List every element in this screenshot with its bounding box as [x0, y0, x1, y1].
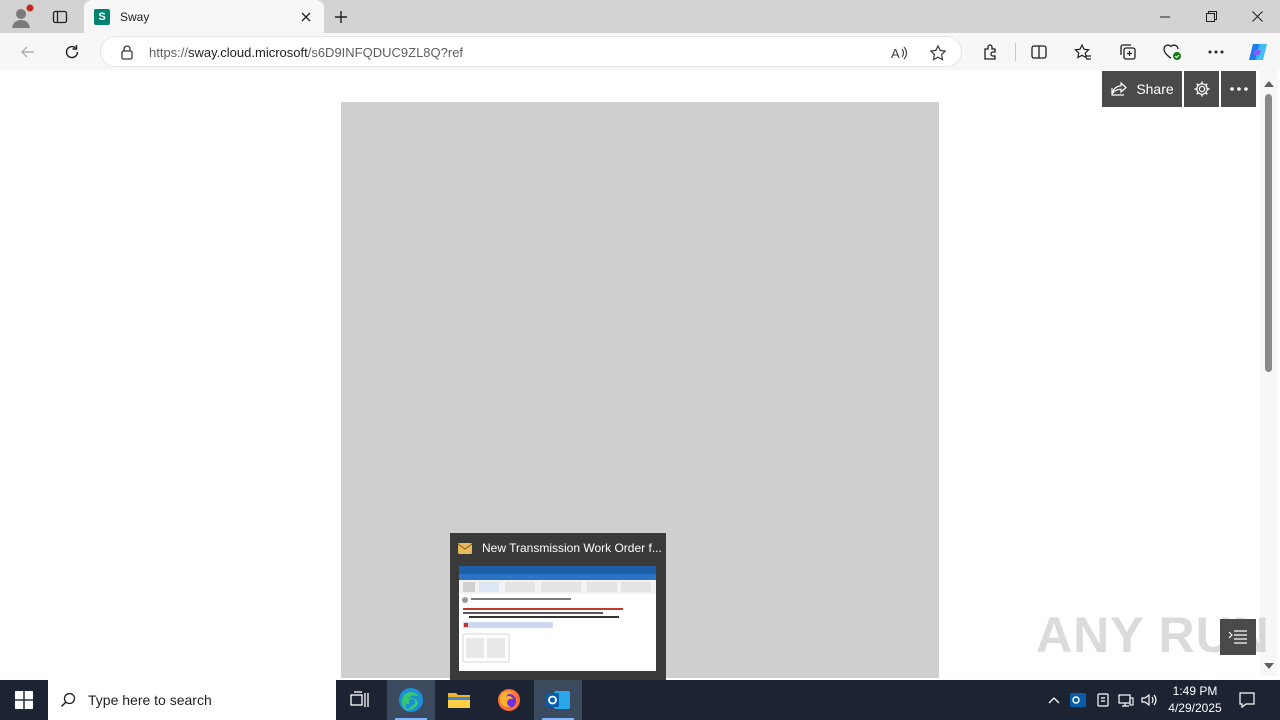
- share-label: Share: [1136, 81, 1174, 97]
- clock-time: 1:49 PM: [1172, 684, 1218, 698]
- more-options-button[interactable]: [1221, 71, 1256, 107]
- url-path: /s6D9INFQDUC9ZL8Q?ref: [307, 45, 464, 60]
- file-explorer-icon[interactable]: [435, 680, 483, 720]
- notifications-icon[interactable]: [1237, 690, 1257, 710]
- preview-thumbnail[interactable]: [459, 566, 656, 671]
- outlook-tray-icon[interactable]: [1068, 690, 1088, 710]
- refresh-icon[interactable]: [57, 37, 87, 67]
- share-button[interactable]: Share: [1102, 71, 1182, 107]
- outlook-taskbar-icon[interactable]: [534, 680, 582, 720]
- scroll-up-icon[interactable]: [1264, 76, 1274, 91]
- window-close-icon[interactable]: [1234, 0, 1280, 33]
- windows-taskbar: Type here to search 1:49 PM 4/29/2025: [0, 680, 1280, 720]
- envelope-icon: [458, 542, 472, 554]
- system-clock[interactable]: 1:49 PM 4/29/2025: [1162, 683, 1228, 717]
- gear-icon: [1194, 81, 1209, 97]
- close-icon[interactable]: [294, 5, 318, 29]
- address-bar[interactable]: https://sway.cloud.microsoft/s6D9INFQDUC…: [100, 36, 962, 67]
- split-screen-icon[interactable]: [1024, 37, 1054, 67]
- page-scrollbar[interactable]: [1260, 70, 1278, 676]
- device-tray-icon[interactable]: [1093, 690, 1113, 710]
- tab-sway[interactable]: S Sway: [84, 0, 324, 33]
- search-placeholder: Type here to search: [88, 692, 212, 708]
- browser-essentials-icon[interactable]: [1157, 37, 1187, 67]
- restore-icon[interactable]: [1188, 0, 1234, 33]
- edge-taskbar-icon[interactable]: [387, 680, 435, 720]
- sway-favicon-icon: S: [94, 8, 110, 25]
- back-icon[interactable]: [13, 37, 43, 67]
- tab-title: Sway: [120, 9, 150, 24]
- extensions-icon[interactable]: [976, 37, 1006, 67]
- preview-header: New Transmission Work Order f...: [458, 541, 662, 555]
- favorite-star-icon[interactable]: [926, 41, 950, 65]
- taskbar-window-preview[interactable]: New Transmission Work Order f...: [450, 533, 666, 680]
- tab-actions-icon[interactable]: [46, 4, 74, 30]
- share-icon: [1111, 81, 1128, 96]
- firefox-icon[interactable]: [485, 680, 533, 720]
- toolbar-separator: [1015, 43, 1016, 61]
- copilot-icon[interactable]: [1243, 37, 1273, 67]
- navigation-button[interactable]: [1220, 619, 1256, 655]
- chevron-up-icon[interactable]: [1044, 690, 1064, 710]
- read-aloud-icon[interactable]: A: [887, 41, 911, 65]
- settings-button[interactable]: [1184, 71, 1219, 107]
- taskbar-search-box[interactable]: Type here to search: [48, 680, 336, 720]
- network-icon[interactable]: [1116, 690, 1136, 710]
- search-icon: [60, 692, 76, 708]
- minimize-icon[interactable]: [1142, 0, 1188, 33]
- scroll-thumb[interactable]: [1265, 94, 1272, 372]
- collections-icon[interactable]: [1113, 37, 1143, 67]
- url-text[interactable]: https://sway.cloud.microsoft/s6D9INFQDUC…: [149, 45, 463, 60]
- profile-icon[interactable]: [8, 4, 34, 30]
- url-prefix: https://: [149, 45, 189, 60]
- new-tab-icon[interactable]: [328, 4, 354, 30]
- more-icon[interactable]: [1201, 37, 1231, 67]
- ellipsis-icon: [1229, 87, 1248, 91]
- volume-icon[interactable]: [1140, 690, 1160, 710]
- browser-toolbar: https://sway.cloud.microsoft/s6D9INFQDUC…: [0, 33, 1280, 70]
- task-view-icon[interactable]: [336, 680, 384, 720]
- clock-date: 4/29/2025: [1168, 701, 1222, 715]
- url-host: sway.cloud.microsoft: [188, 45, 308, 60]
- preview-title: New Transmission Work Order f...: [482, 541, 662, 555]
- favorites-icon[interactable]: [1068, 37, 1098, 67]
- tab-strip: S Sway: [0, 0, 1280, 33]
- svg-text:A: A: [891, 46, 900, 61]
- lock-icon[interactable]: [119, 44, 135, 60]
- navigation-list-icon: [1228, 630, 1247, 644]
- windows-start-icon[interactable]: [0, 680, 48, 720]
